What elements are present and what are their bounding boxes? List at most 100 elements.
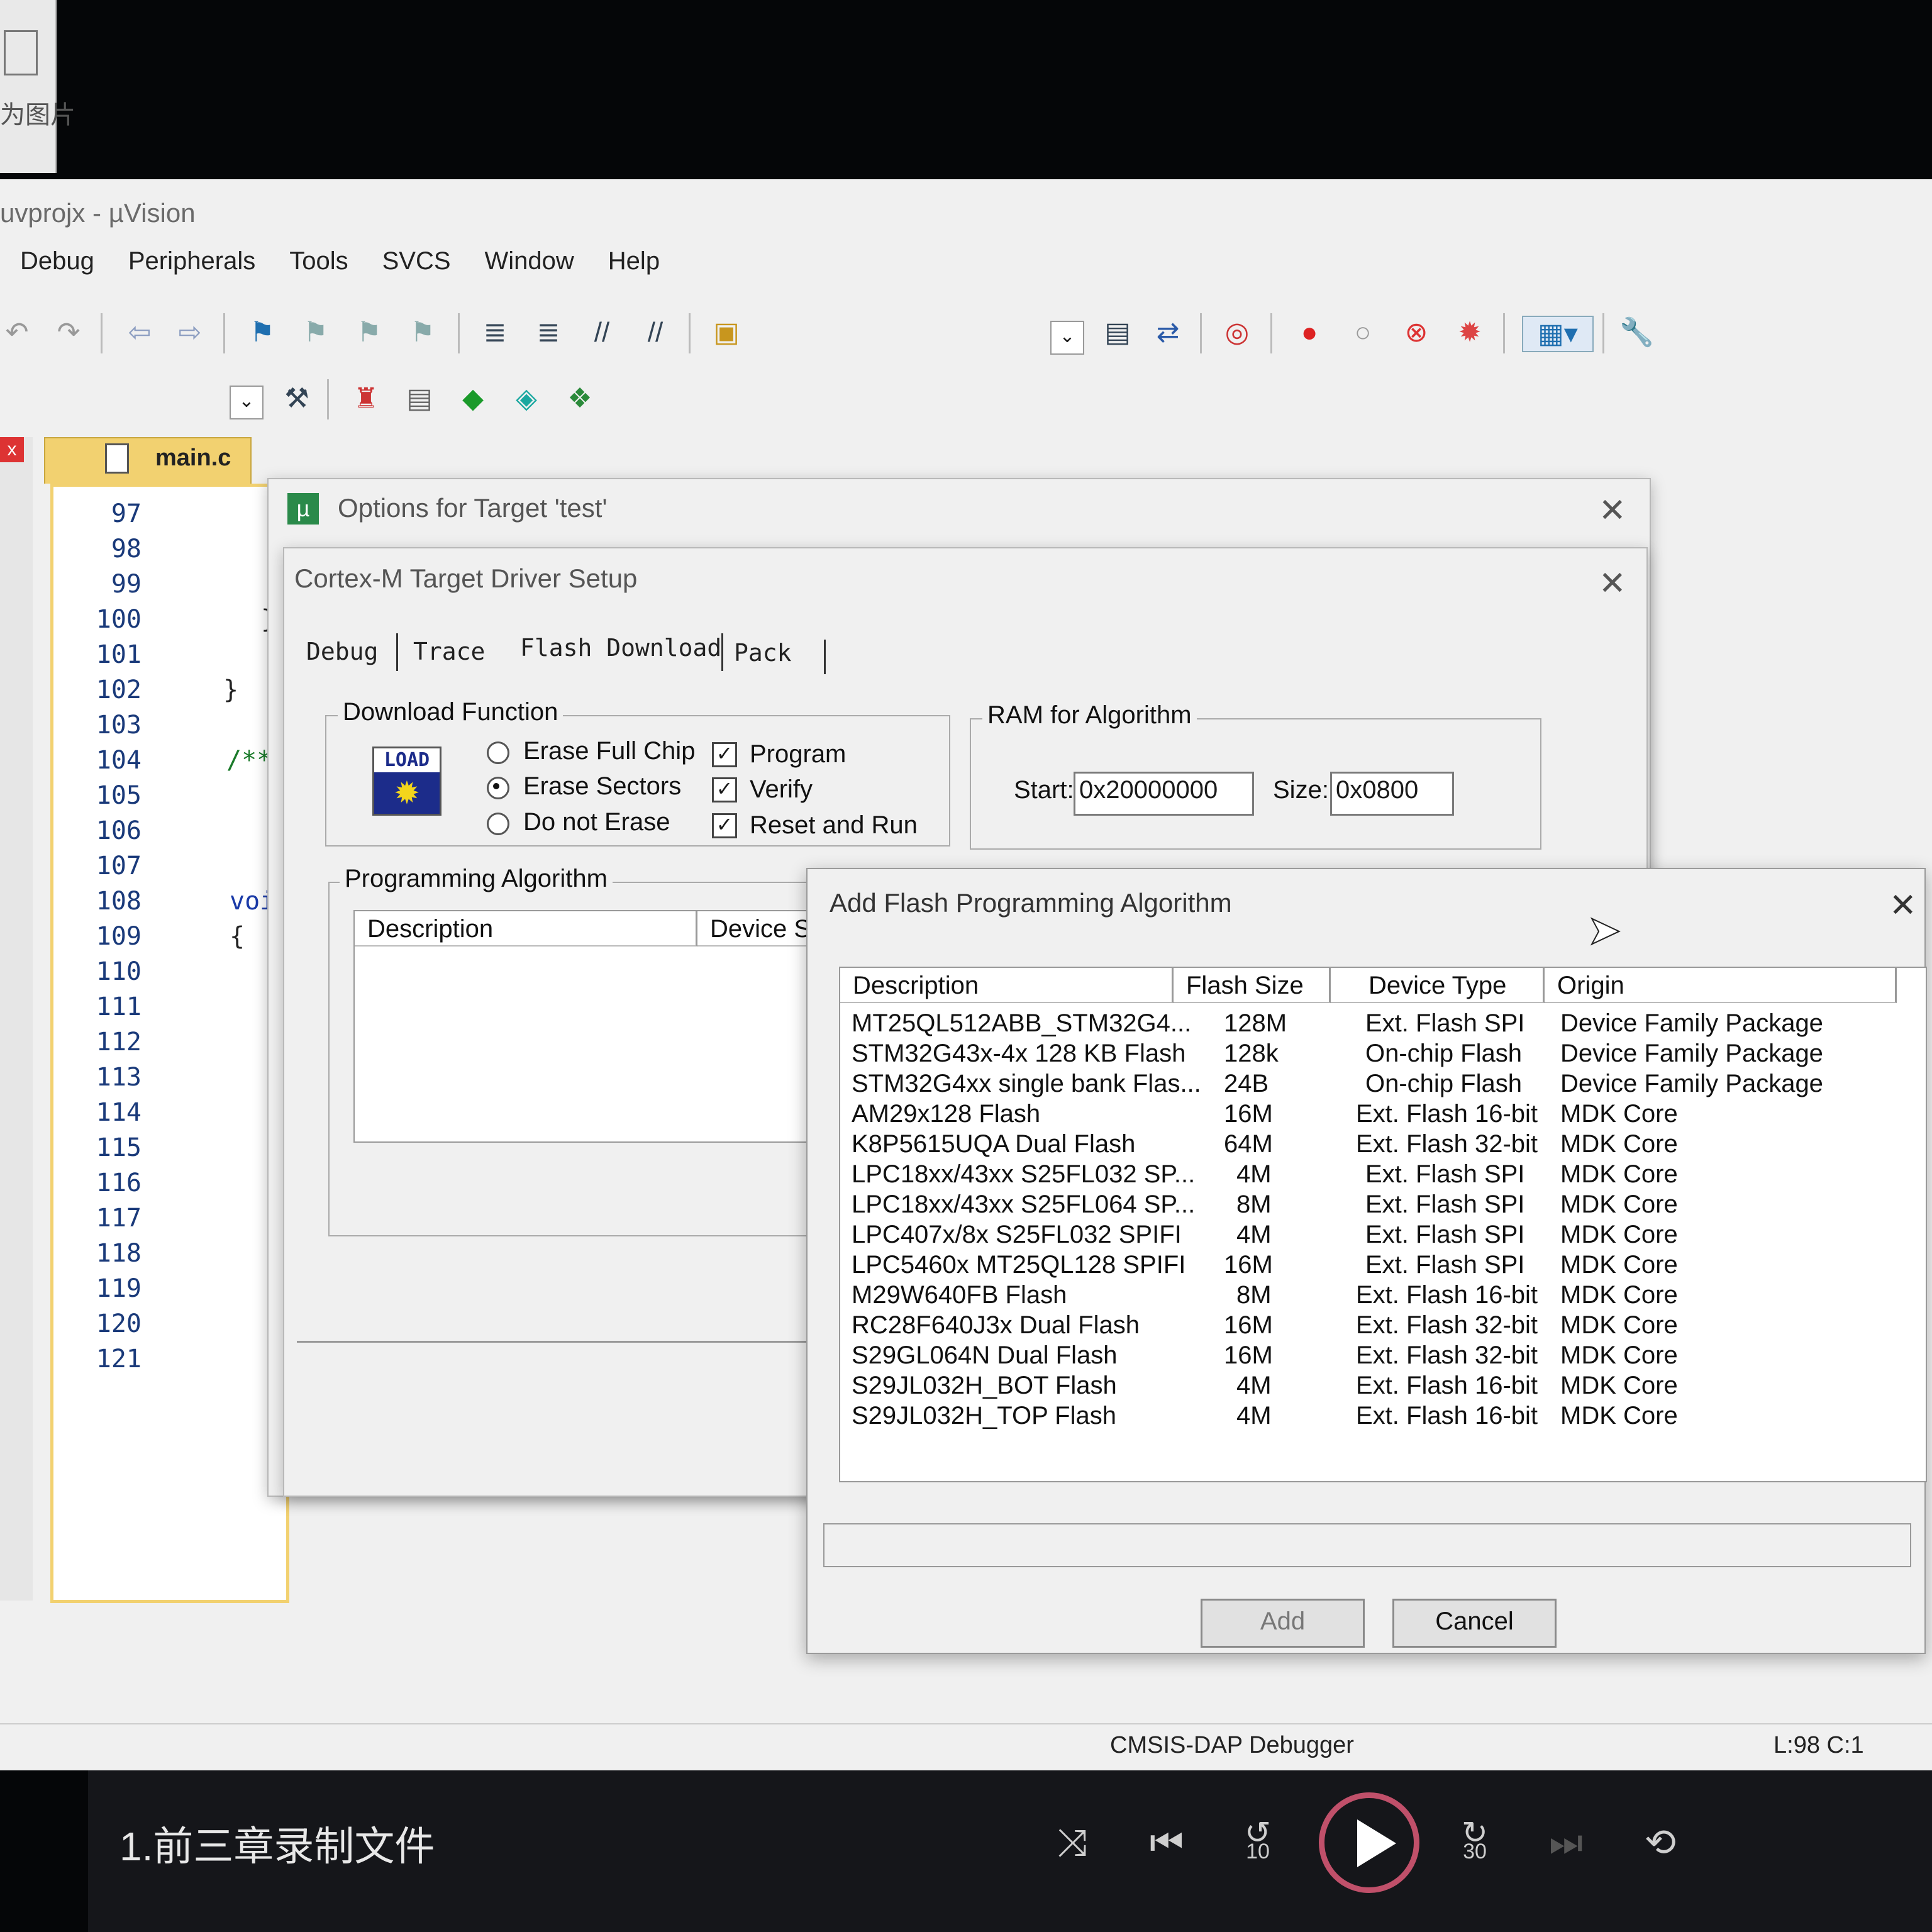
column-header-flash-size[interactable]: Flash Size [1174, 968, 1331, 1003]
target-select-chevron-icon[interactable]: ⌄ [230, 386, 264, 419]
program-label: Program [750, 740, 847, 768]
options-for-target-icon[interactable]: ⚒ [280, 382, 314, 416]
bookmark-icon[interactable]: ⚑ [245, 316, 279, 350]
cancel-button[interactable]: Cancel [1392, 1599, 1557, 1648]
erase-sectors-radio[interactable] [487, 777, 509, 799]
ram-start-input[interactable]: 0x20000000 [1074, 772, 1254, 816]
algorithm-path-field [823, 1523, 1911, 1567]
comment-icon[interactable]: // [585, 316, 619, 350]
dialog-title: Add Flash Programming Algorithm [830, 888, 1232, 918]
repeat-off-icon[interactable]: ⟲ [1632, 1821, 1689, 1865]
status-cursor-position: L:98 C:1 [1774, 1732, 1864, 1758]
kill-breakpoints-icon[interactable]: ✹ [1453, 316, 1487, 350]
select-packs-icon[interactable]: ▤ [402, 382, 436, 416]
tab-pack[interactable]: Pack [734, 639, 792, 667]
do-not-erase-radio[interactable] [487, 813, 509, 835]
manage-components-icon[interactable]: ♜ [349, 382, 383, 416]
column-header-description[interactable]: Description [355, 911, 697, 947]
table-row[interactable]: S29JL032H_TOP Flash 4M Ext. Flash 16-bit MD… [840, 1402, 1928, 1432]
next-icon[interactable]: ⏭ [1538, 1821, 1594, 1865]
previous-icon[interactable]: ⏮ [1138, 1821, 1195, 1865]
toolbar-separator [101, 313, 103, 353]
verify-checkbox[interactable]: ✓ [712, 777, 737, 802]
add-button[interactable]: Add [1201, 1599, 1365, 1648]
close-icon[interactable]: x [0, 437, 24, 462]
code-fragment: } [223, 675, 239, 704]
table-row[interactable]: LPC5460x MT25QL128 SPIFI 16M Ext. Flash SP… [840, 1251, 1928, 1281]
table-row[interactable]: LPC407x/8x S25FL032 SPIFI 4M Ext. Flash SP… [840, 1221, 1928, 1251]
menu-help[interactable]: Help [608, 247, 660, 275]
enable-breakpoint-icon[interactable]: ○ [1346, 316, 1380, 350]
menu-tools[interactable]: Tools [289, 247, 348, 275]
program-checkbox[interactable]: ✓ [712, 742, 737, 767]
table-row[interactable]: LPC18xx/43xx S25FL064 SP... 8M Ext. Flash … [840, 1191, 1928, 1221]
menu-window[interactable]: Window [485, 247, 574, 275]
disable-breakpoints-icon[interactable]: ⊗ [1399, 316, 1433, 350]
redo-icon[interactable]: ↷ [52, 316, 86, 350]
next-bookmark-icon[interactable]: ⚑ [352, 316, 386, 350]
window-layout-icon[interactable]: ▦▾ [1522, 316, 1594, 352]
configure-icon[interactable]: 🔧 [1619, 316, 1654, 350]
code-editor[interactable]: 97 98 99 100 101 102 103 104 105 106 107… [50, 484, 289, 1603]
toolbar-separator [223, 313, 225, 353]
column-header-origin[interactable]: Origin [1545, 968, 1897, 1003]
table-row[interactable]: S29GL064N Dual Flash 16M Ext. Flash 32-bit… [840, 1341, 1928, 1372]
line-number: 116 [96, 1169, 142, 1197]
tab-divider [721, 633, 723, 671]
dialog-title: Options for Target 'test' [338, 493, 608, 523]
tab-trace[interactable]: Trace [413, 638, 485, 665]
undo-icon[interactable]: ↶ [0, 316, 34, 350]
shuffle-icon[interactable]: ⤨ [1044, 1821, 1101, 1865]
ram-size-input[interactable]: 0x0800 [1330, 772, 1454, 816]
rewind-10-icon[interactable]: ↺ 10 [1230, 1814, 1286, 1864]
tab-main-c[interactable]: main.c [44, 437, 252, 484]
navigate-back-icon[interactable]: ⇦ [123, 316, 157, 350]
column-header-device-type[interactable]: Device Type [1331, 968, 1545, 1003]
indent-icon[interactable]: ≣ [478, 316, 512, 350]
tab-debug[interactable]: Debug [306, 638, 378, 665]
tab-flash-download[interactable]: Flash Download [520, 634, 721, 662]
reset-and-run-checkbox[interactable]: ✓ [712, 813, 737, 838]
find-in-files-icon[interactable]: ▣ [709, 316, 743, 350]
status-debugger: CMSIS-DAP Debugger [1110, 1732, 1354, 1758]
clear-bookmarks-icon[interactable]: ⚑ [406, 316, 440, 350]
line-number: 114 [96, 1098, 142, 1127]
table-row[interactable]: K8P5615UQA Dual Flash 64M Ext. Flash 32-bi… [840, 1130, 1928, 1160]
incremental-find-icon[interactable]: ⇄ [1151, 316, 1185, 350]
table-row[interactable]: AM29x128 Flash 16M Ext. Flash 16-bit MDK Co… [840, 1100, 1928, 1130]
close-icon[interactable]: ✕ [1889, 889, 1917, 922]
navigate-forward-icon[interactable]: ⇨ [173, 316, 207, 350]
close-icon[interactable]: ✕ [1599, 494, 1626, 527]
column-header-description[interactable]: Description [840, 968, 1174, 1003]
line-number: 117 [96, 1204, 142, 1233]
table-row[interactable]: M29W640FB Flash 8M Ext. Flash 16-bit MDK Co… [840, 1281, 1928, 1311]
prev-bookmark-icon[interactable]: ⚑ [299, 316, 333, 350]
forward-30-icon[interactable]: ↻ 30 [1446, 1814, 1503, 1864]
table-row[interactable]: STM32G4xx single bank Flas... 24B On-chip … [840, 1070, 1928, 1100]
table-row[interactable]: LPC18xx/43xx S25FL032 SP... 4M Ext. Flash … [840, 1160, 1928, 1191]
line-number: 121 [96, 1345, 142, 1374]
dropdown-chevron-icon[interactable]: ⌄ [1050, 321, 1084, 355]
play-button[interactable] [1319, 1792, 1419, 1893]
pack-installer-icon[interactable]: ◈ [509, 382, 543, 416]
table-row[interactable]: RC28F640J3x Dual Flash 16M Ext. Flash 32-b… [840, 1311, 1928, 1341]
close-icon[interactable]: ✕ [1599, 567, 1626, 600]
erase-full-chip-radio[interactable] [487, 741, 509, 764]
uncomment-icon[interactable]: // [638, 316, 672, 350]
table-row[interactable]: MT25QL512ABB_STM32G4... 128M Ext. Flash SP… [840, 1009, 1928, 1040]
play-icon [1357, 1819, 1396, 1867]
debug-session-icon[interactable]: ◎ [1220, 316, 1254, 350]
menu-debug[interactable]: Debug [20, 247, 94, 275]
table-row[interactable]: S29JL032H_BOT Flash 4M Ext. Flash 16-bit MD… [840, 1372, 1928, 1402]
fragment-label: 为图片 [0, 101, 75, 129]
insert-breakpoint-icon[interactable]: ● [1292, 316, 1326, 350]
menu-peripherals[interactable]: Peripherals [128, 247, 255, 275]
manage-environment-icon[interactable]: ◆ [456, 382, 490, 416]
algorithm-list[interactable]: Description Flash Size Device Type Origi… [839, 967, 1927, 1482]
toolbar-separator [458, 313, 460, 353]
menu-svcs[interactable]: SVCS [382, 247, 451, 275]
unindent-icon[interactable]: ≣ [531, 316, 565, 350]
table-row[interactable]: STM32G43x-4x 128 KB Flash 128k On-chip Fla… [840, 1040, 1928, 1070]
find-icon[interactable]: ▤ [1101, 316, 1135, 350]
run-time-environment-icon[interactable]: ❖ [563, 382, 597, 416]
